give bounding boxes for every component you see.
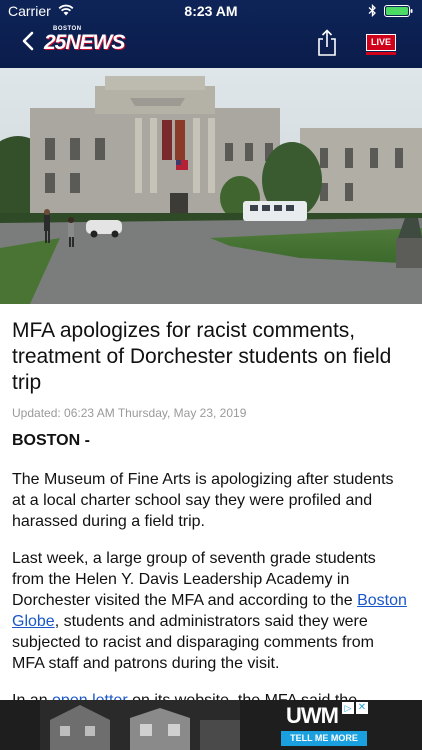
paragraph-2-text-end: , students and administrators said they … [12, 613, 374, 672]
article-updated-timestamp: Updated: 06:23 AM Thursday, May 23, 2019 [12, 406, 247, 420]
bluetooth-icon [368, 4, 376, 17]
hero-image [0, 68, 422, 304]
brand-logo-main-text: 25NEWS [44, 31, 125, 54]
ad-house-image [40, 700, 240, 750]
paragraph-2-text: Last week, a large group of seventh grad… [12, 548, 410, 674]
status-bar: Carrier 8:23 AM [0, 0, 422, 22]
ad-banner[interactable]: UWM ▷ ✕ TELL ME MORE [0, 700, 422, 750]
brand-logo: BOSTON 25NEWS [44, 26, 134, 56]
article-headline: MFA apologizes for racist comments, trea… [12, 319, 392, 394]
live-button[interactable]: LIVE [366, 34, 396, 51]
chevron-left-icon[interactable] [20, 30, 36, 52]
ad-info-icon[interactable]: ▷ [342, 702, 354, 714]
article-paragraph-1: The Museum of Fine Arts is apologizing a… [12, 469, 410, 532]
article: MFA apologizes for racist comments, trea… [12, 318, 410, 711]
article-dateline: BOSTON - [12, 432, 90, 449]
share-icon[interactable] [316, 28, 338, 58]
paragraph-1-text: The Museum of Fine Arts is apologizing a… [12, 471, 394, 530]
carrier-label: Carrier [8, 3, 51, 19]
live-underline [366, 52, 396, 55]
wifi-icon [58, 4, 74, 16]
article-paragraph-2: Last week, a large group of seventh grad… [12, 548, 410, 674]
ad-logo: UWM [286, 703, 339, 728]
app-header: Carrier 8:23 AM BOSTON 25NEWS LIVE [0, 0, 422, 68]
battery-icon [384, 5, 413, 17]
ad-close-icon[interactable]: ✕ [356, 702, 368, 714]
ad-cta-button[interactable]: TELL ME MORE [281, 731, 367, 746]
paragraph-2-text-start: Last week, a large group of seventh grad… [12, 550, 376, 609]
